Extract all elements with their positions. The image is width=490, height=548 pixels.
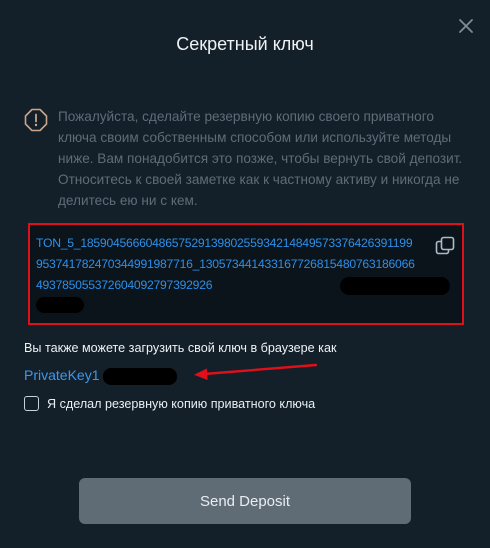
annotation-arrow	[194, 363, 318, 380]
redaction-mark	[103, 368, 177, 385]
redaction-mark	[340, 277, 450, 295]
dialog-title: Секретный ключ	[176, 34, 314, 54]
send-deposit-button[interactable]: Send Deposit	[79, 478, 411, 524]
backup-confirm-checkbox[interactable]: Я сделал резервную копию приватного ключ…	[24, 396, 315, 411]
warning-icon	[24, 108, 48, 132]
copy-icon[interactable]	[434, 235, 456, 257]
backup-notice: Пожалуйста, сделайте резервную копию сво…	[58, 109, 463, 208]
download-hint: Вы также можете загрузить свой ключ в бр…	[24, 341, 337, 355]
redaction-mark	[36, 297, 84, 313]
checkbox-box[interactable]	[24, 396, 39, 411]
checkbox-label: Я сделал резервную копию приватного ключ…	[47, 396, 316, 411]
close-icon	[459, 19, 473, 33]
private-key-box: TON_5_1859045666048657529139802559342148…	[28, 223, 464, 325]
